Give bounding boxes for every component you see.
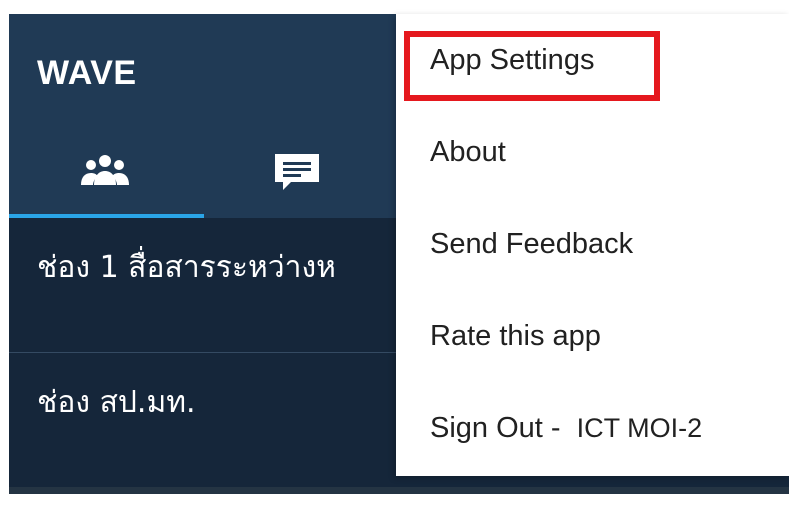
menu-item-about[interactable]: About	[396, 106, 789, 198]
menu-item-label: Send Feedback	[430, 228, 634, 260]
menu-item-send-feedback[interactable]: Send Feedback	[396, 198, 789, 290]
app-title: WAVE	[37, 54, 137, 92]
bottom-divider	[9, 487, 789, 494]
menu-item-label: App Settings	[430, 44, 595, 76]
tab-chat[interactable]	[204, 124, 399, 218]
tab-people[interactable]	[9, 124, 204, 218]
sign-out-label: Sign Out -	[430, 412, 561, 444]
menu-item-label: Rate this app	[430, 320, 601, 352]
menu-item-app-settings[interactable]: App Settings	[396, 14, 789, 106]
people-icon	[81, 155, 129, 185]
account-name: ICT MOI-2	[576, 413, 703, 443]
menu-item-rate-app[interactable]: Rate this app	[396, 290, 789, 382]
channel-name: ช่อง 1 สื่อสารระหว่างห	[37, 250, 336, 285]
menu-item-label: Sign Out - ICT MOI-2	[430, 412, 702, 445]
overflow-menu: App Settings About Send Feedback Rate th…	[396, 14, 789, 476]
menu-item-sign-out[interactable]: Sign Out - ICT MOI-2	[396, 382, 789, 474]
chat-icon	[275, 154, 319, 190]
channel-name: ช่อง สป.มท.	[37, 385, 196, 420]
menu-item-label: About	[430, 136, 506, 168]
